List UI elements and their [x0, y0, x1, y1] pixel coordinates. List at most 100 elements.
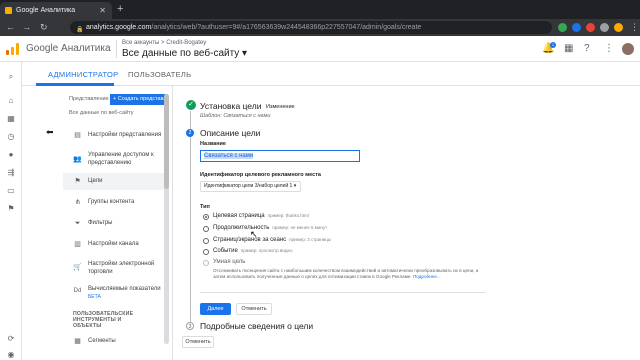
goal-type-duration-radio[interactable] — [203, 226, 209, 232]
admin-item-content-groups[interactable]: ⋔ Группы контента — [63, 194, 167, 211]
calc-icon: Dd — [73, 288, 82, 294]
doc-icon: ▤ — [74, 132, 81, 139]
account-breadcrumb[interactable]: Все аккаунты > Credit-Bogatey — [122, 40, 206, 46]
brand-name: Google Аналитика — [26, 43, 111, 54]
discover-icon[interactable]: ◉ — [6, 350, 16, 360]
back-to-admin-arrow-icon[interactable]: ⬅ — [46, 127, 54, 138]
create-view-button[interactable]: + Создать представление — [110, 94, 168, 105]
cancel-button[interactable]: Отменить — [236, 303, 272, 315]
help-icon[interactable]: ? — [584, 43, 590, 54]
continue-button[interactable]: Далее — [200, 303, 231, 315]
filter-icon: ⏷ — [74, 220, 81, 227]
goal-type-event-label: Событие пример: просмотр видео — [213, 248, 293, 254]
avatar[interactable] — [622, 43, 634, 55]
lock-icon: 🔒 — [76, 27, 84, 33]
reload-icon[interactable]: ↻ — [40, 19, 48, 36]
left-rail: ⌕ ⌂ ▦ ◷ ● ⇶ ▭ ⚑ ⟳ ◉ — [0, 62, 22, 360]
smart-goal-description: Отслеживать посещения сайта с наибольшим… — [213, 268, 479, 279]
step1-title: Установка цели — [200, 101, 262, 111]
analytics-favicon-icon — [5, 7, 12, 14]
conversions-flag-icon[interactable]: ⚑ — [6, 204, 16, 214]
cancel-bottom-button[interactable]: Отменить — [182, 336, 214, 348]
mouse-cursor-icon: ↖ — [250, 229, 258, 239]
home-icon[interactable]: ⌂ — [6, 96, 16, 106]
address-bar-row: ← → ↻ 🔒 analytics.google.com/analytics/w… — [0, 19, 640, 36]
goal-type-label: Тип — [200, 204, 210, 210]
goal-type-smart-label: Умная цель — [213, 259, 246, 265]
header-divider — [116, 40, 117, 58]
goal-type-pages-radio[interactable] — [203, 238, 209, 244]
notifications-badge: 1 — [550, 42, 556, 48]
people-icon: 👥 — [73, 156, 82, 163]
admin-item-goals[interactable]: ⚑ Цели — [63, 173, 167, 190]
goal-slot-dropdown[interactable]: Идентификатор цели 3/набор целей 1 ▾ — [200, 181, 301, 192]
extension-blue-icon[interactable] — [572, 23, 581, 32]
acquisition-icon[interactable]: ⇶ — [6, 168, 16, 178]
admin-item-ecommerce-settings[interactable]: 🛒 Настройки электронной торговли — [63, 257, 167, 279]
view-name[interactable]: Все данные по веб-сайту — [69, 110, 134, 116]
url-input[interactable]: 🔒 analytics.google.com/analytics/web/?au… — [70, 21, 552, 34]
close-tab-icon[interactable]: ✕ — [99, 2, 106, 19]
more-vertical-icon[interactable]: ⋮ — [604, 43, 614, 54]
goal-name-label: Название — [200, 141, 226, 147]
admin-scrollbar-thumb[interactable] — [164, 94, 169, 189]
step-complete-check-icon: ✓ — [186, 100, 196, 110]
cart-icon: 🛒 — [73, 264, 82, 271]
admin-item-channel-settings[interactable]: ▥ Настройки канала — [63, 236, 167, 253]
new-tab-button[interactable]: + — [117, 2, 123, 17]
section-title-objects: ОБЪЕКТЫ — [73, 323, 102, 329]
ga-header: Google Аналитика Все аккаунты > Credit-B… — [0, 36, 640, 62]
apps-grid-icon[interactable]: ▦ — [564, 43, 573, 54]
step-connector-line — [190, 111, 191, 326]
goal-type-duration-label: Продолжительность пример: не менее 5 мину… — [213, 225, 328, 231]
forward-arrow-icon[interactable]: → — [22, 19, 31, 36]
goal-slot-label: Идентификатор целевого рекламного места — [200, 172, 321, 178]
extensions-puzzle-icon[interactable] — [600, 23, 609, 32]
search-icon[interactable]: ⌕ — [6, 72, 16, 82]
admin-item-filters[interactable]: ⏷ Фильтры — [63, 215, 167, 232]
admin-item-view-access[interactable]: 👥 Управление доступом к представлению — [63, 149, 167, 171]
google-analytics-logo-icon — [6, 43, 20, 55]
audience-person-icon[interactable]: ● — [6, 150, 16, 160]
attribution-icon[interactable]: ⟳ — [6, 334, 16, 344]
customization-icon[interactable]: ▦ — [6, 114, 16, 124]
extension-red-icon[interactable] — [586, 23, 595, 32]
admin-item-calculated-metrics[interactable]: Dd Вычисляемые показатели БЕТА — [63, 283, 167, 303]
admin-item-view-settings[interactable]: ▤ Настройки представления — [63, 127, 167, 145]
flag-icon: ⚑ — [74, 178, 81, 185]
extension-green-icon[interactable] — [558, 23, 567, 32]
form-divider — [200, 292, 486, 293]
admin-item-segments[interactable]: ▦ Сегменты — [63, 333, 167, 349]
goal-type-smart-radio[interactable] — [203, 260, 209, 266]
tab-user[interactable]: ПОЛЬЗОВАТЕЛЬ — [128, 70, 191, 79]
step3-title[interactable]: Подробные сведения о цели — [200, 321, 313, 331]
browser-tab-title: Google Аналитика — [16, 7, 76, 14]
realtime-clock-icon[interactable]: ◷ — [6, 132, 16, 142]
section-title-custom-tools: ПОЛЬЗОВАТЕЛЬСКИЕ ИНСТРУМЕНТЫ И — [73, 311, 134, 323]
hierarchy-icon: ⋔ — [74, 199, 81, 206]
admin-tabs: АДМИНИСТРАТОР ПОЛЬЗОВАТЕЛЬ — [0, 62, 640, 86]
learn-more-link[interactable]: Подробнее... — [413, 274, 441, 279]
tab-administrator[interactable]: АДМИНИСТРАТОР — [48, 70, 118, 79]
view-admin-column: Представление + Создать представление Вс… — [63, 86, 173, 360]
view-column-label: Представление — [69, 96, 109, 102]
goal-type-destination-radio[interactable] — [203, 214, 209, 220]
goal-name-input[interactable]: Связаться с нами — [200, 150, 360, 162]
step3-number: 3 — [186, 322, 194, 330]
url-path: /analytics/web/?authuser=9#/a176563639w2… — [151, 24, 422, 31]
step2-number: 2 — [186, 129, 194, 137]
browser-menu-icon[interactable]: ⋮ — [630, 19, 639, 36]
back-arrow-icon[interactable]: ← — [6, 19, 15, 36]
goal-type-pages-label: Страниц/экранов за сеанс пример: 3 страни… — [213, 237, 332, 243]
url-host: analytics.google.com — [86, 24, 152, 31]
goal-type-destination-label: Целевая страница пример: thanks.html — [213, 213, 309, 219]
step2-title: Описание цели — [200, 128, 261, 138]
account-view-selector[interactable]: Все данные по веб-сайту ▾ — [122, 48, 247, 59]
profile-icon[interactable] — [614, 23, 623, 32]
behavior-icon[interactable]: ▭ — [6, 186, 16, 196]
beta-badge: БЕТА — [88, 294, 101, 300]
goal-type-event-radio[interactable] — [203, 249, 209, 255]
step1-template: Шаблон: Связаться с нами — [200, 113, 271, 119]
browser-tab[interactable]: Google Аналитика ✕ — [0, 2, 112, 19]
step1-change-link[interactable]: Изменение — [266, 104, 295, 110]
